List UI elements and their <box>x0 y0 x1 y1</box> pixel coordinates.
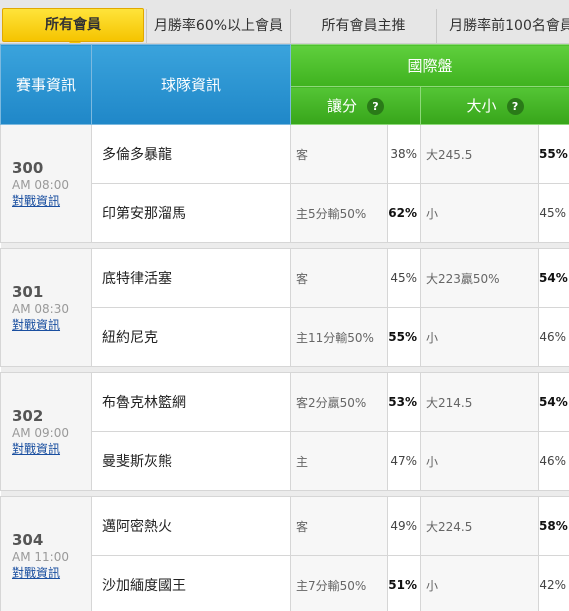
team-name: 邁阿密熱火 <box>91 496 291 556</box>
handicap-percent: 62% <box>387 183 421 243</box>
header-handicap: 讓分? <box>290 86 421 125</box>
over-under-percent: 55% <box>537 124 569 184</box>
team-name: 布魯克林籃網 <box>91 372 291 432</box>
over-under-percent: 58% <box>537 496 569 556</box>
header-international-line: 國際盤 <box>289 44 569 87</box>
tab-win-rate-60[interactable]: 月勝率60%以上會員 <box>146 9 290 43</box>
handicap-value: 主5分輸50% <box>290 183 388 243</box>
header-over-under: 大小? <box>419 86 569 125</box>
team-name: 底特律活塞 <box>91 248 291 308</box>
match-row: 302 AM 09:00 對戰資訊 布魯克林籃網 客2分贏50% 53% 大21… <box>0 372 569 491</box>
team-name: 多倫多暴龍 <box>91 124 291 184</box>
over-under-percent: 45% <box>537 183 569 243</box>
handicap-value: 主 <box>290 431 388 491</box>
event-time: AM 08:30 <box>12 302 69 316</box>
over-under-percent: 46% <box>537 307 569 367</box>
event-cell: 300 AM 08:00 對戰資訊 <box>0 124 92 243</box>
event-number: 302 <box>12 407 44 425</box>
over-under-value: 大214.5 <box>420 372 539 432</box>
over-under-value: 大223贏50% <box>420 248 539 308</box>
handicap-percent: 47% <box>387 431 421 491</box>
event-time: AM 11:00 <box>12 550 69 564</box>
handicap-percent: 38% <box>387 124 421 184</box>
matchup-info-link[interactable]: 對戰資訊 <box>12 565 91 581</box>
handicap-value: 主11分輸50% <box>290 307 388 367</box>
handicap-percent: 55% <box>387 307 421 367</box>
handicap-percent: 51% <box>387 555 421 611</box>
matchup-info-link[interactable]: 對戰資訊 <box>12 193 91 209</box>
match-row: 304 AM 11:00 對戰資訊 邁阿密熱火 客 49% 大224.5 58% <box>0 496 569 611</box>
match-row: 301 AM 08:30 對戰資訊 底特律活塞 客 45% 大223贏50% 5… <box>0 248 569 367</box>
handicap-percent: 49% <box>387 496 421 556</box>
over-under-value: 小 <box>420 307 539 367</box>
matchup-info-link[interactable]: 對戰資訊 <box>12 317 91 333</box>
team-name: 印第安那溜馬 <box>91 183 291 243</box>
header-team-info: 球隊資訊 <box>91 44 291 125</box>
over-under-value: 大224.5 <box>420 496 539 556</box>
handicap-percent: 53% <box>387 372 421 432</box>
member-filter-tabs: 所有會員 月勝率60%以上會員 所有會員主推 月勝率前100名會員 <box>0 0 569 44</box>
handicap-value: 客 <box>290 496 388 556</box>
over-under-help-icon[interactable]: ? <box>506 98 524 115</box>
header-event-info: 賽事資訊 <box>0 44 92 125</box>
event-time: AM 08:00 <box>12 178 69 192</box>
handicap-value: 客2分贏50% <box>290 372 388 432</box>
team-name: 沙加緬度國王 <box>91 555 291 611</box>
over-under-value: 大245.5 <box>420 124 539 184</box>
handicap-value: 客 <box>290 248 388 308</box>
tab-top-100-members[interactable]: 月勝率前100名會員 <box>436 9 569 43</box>
over-under-percent: 54% <box>537 248 569 308</box>
over-under-percent: 54% <box>537 372 569 432</box>
team-name: 紐約尼克 <box>91 307 291 367</box>
handicap-label: 讓分 <box>326 97 357 115</box>
event-cell: 301 AM 08:30 對戰資訊 <box>0 248 92 367</box>
matchup-info-link[interactable]: 對戰資訊 <box>12 441 91 457</box>
event-cell: 304 AM 11:00 對戰資訊 <box>0 496 92 611</box>
handicap-help-icon[interactable]: ? <box>367 98 384 115</box>
tab-all-member-picks[interactable]: 所有會員主推 <box>290 9 436 43</box>
over-under-value: 小 <box>420 431 539 491</box>
event-time: AM 09:00 <box>12 426 69 440</box>
odds-table: 賽事資訊 球隊資訊 國際盤 讓分? 大小? 300 AM 08:00 對戰資訊 … <box>0 44 569 611</box>
over-under-value: 小 <box>420 183 539 243</box>
event-number: 301 <box>12 283 44 301</box>
event-number: 304 <box>12 531 44 549</box>
over-under-label: 大小 <box>466 97 497 115</box>
event-cell: 302 AM 09:00 對戰資訊 <box>0 372 92 491</box>
handicap-percent: 45% <box>387 248 421 308</box>
over-under-value: 小 <box>420 555 539 611</box>
match-row: 300 AM 08:00 對戰資訊 多倫多暴龍 客 38% 大245.5 55% <box>0 124 569 243</box>
tab-all-members[interactable]: 所有會員 <box>2 8 144 43</box>
event-number: 300 <box>12 159 44 177</box>
handicap-value: 客 <box>290 124 388 184</box>
team-name: 曼斐斯灰熊 <box>91 431 291 491</box>
handicap-value: 主7分輸50% <box>290 555 388 611</box>
over-under-percent: 42% <box>537 555 569 611</box>
over-under-percent: 46% <box>537 431 569 491</box>
